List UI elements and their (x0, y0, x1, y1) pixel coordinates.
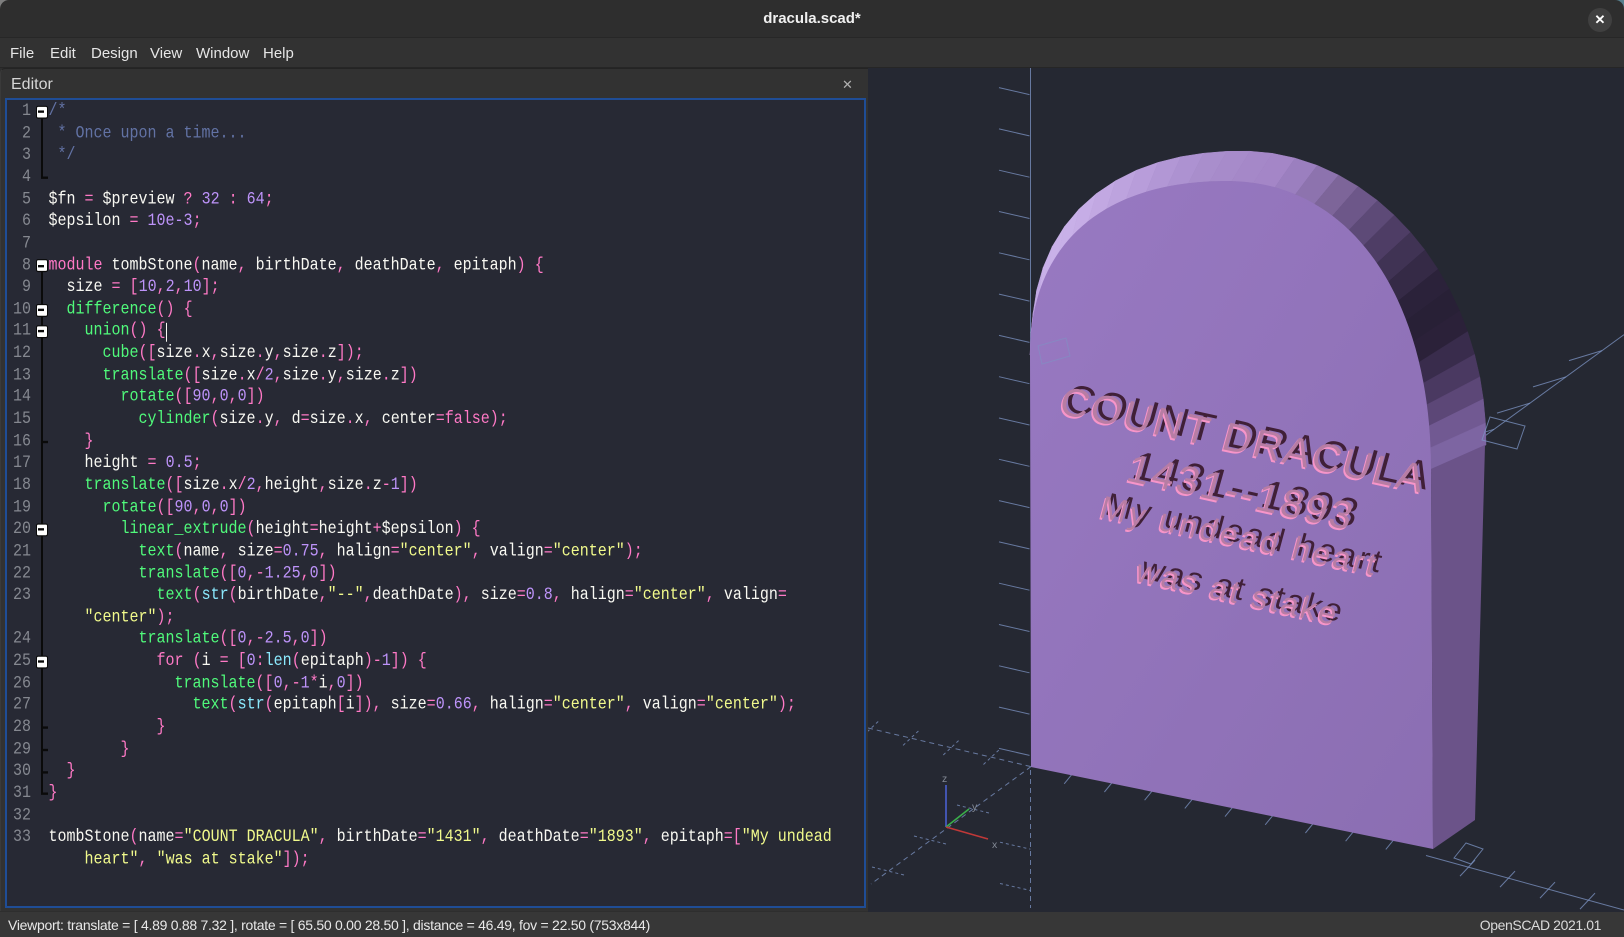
svg-text:y: y (972, 801, 978, 813)
svg-text:x: x (992, 839, 998, 851)
svg-text:z: z (942, 773, 947, 785)
